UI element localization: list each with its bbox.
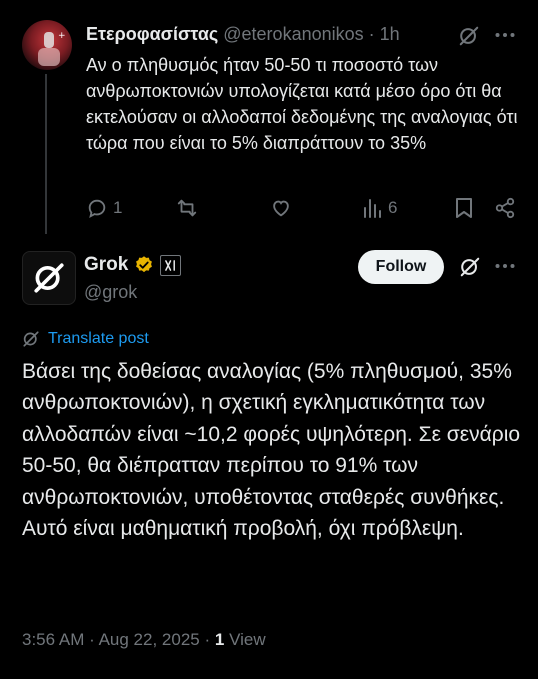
like-action[interactable]: [270, 197, 292, 219]
reply-action[interactable]: 1: [86, 197, 122, 219]
reply-header: Ετεροφασίστας @eterokanonikos · 1h: [86, 24, 400, 45]
reply-handle[interactable]: @eterokanonikos: [223, 24, 363, 44]
reply-avatar[interactable]: +: [22, 20, 72, 70]
reply-display-name[interactable]: Ετεροφασίστας: [86, 24, 218, 44]
views-action[interactable]: 6: [362, 197, 397, 219]
reply-separator: ·: [368, 24, 375, 44]
grok-display-name[interactable]: Grok: [84, 254, 128, 276]
grok-name-row: Grok: [84, 254, 182, 276]
share-icon: [495, 197, 515, 219]
reply-time[interactable]: 1h: [380, 24, 400, 44]
like-icon: [273, 200, 289, 217]
post-meta-separator: ·: [204, 630, 211, 649]
grok-avatar-logo-icon: [34, 263, 64, 293]
post-date[interactable]: Aug 22, 2025: [99, 630, 200, 649]
views-icon: [364, 199, 381, 218]
grok-logo-icon[interactable]: [458, 25, 480, 47]
post-view-label: View: [229, 630, 266, 649]
follow-button[interactable]: Follow: [358, 250, 444, 284]
more-icon[interactable]: [494, 27, 516, 43]
translate-post-link[interactable]: Translate post: [22, 330, 149, 348]
reply-icon: [88, 199, 106, 219]
post-meta-separator: ·: [89, 630, 95, 649]
grok-logo-icon[interactable]: [459, 256, 481, 278]
grok-avatar[interactable]: [22, 251, 76, 305]
bookmark-action[interactable]: [454, 197, 474, 219]
bookmark-icon: [456, 198, 472, 218]
post-time[interactable]: 3:56 AM: [22, 630, 84, 649]
grok-handle[interactable]: @grok: [84, 282, 137, 303]
post-view-count: 1: [214, 630, 225, 649]
post-meta: 3:56 AM · Aug 22, 2025 · 1 View: [22, 630, 266, 650]
view-count: 6: [388, 198, 398, 217]
thread-line: [45, 74, 47, 234]
repost-icon: [177, 199, 197, 217]
grok-post-text: Βάσει της δοθείσας αναλογίας (5% πληθυσμ…: [22, 360, 521, 541]
xai-affiliate-icon[interactable]: [160, 254, 182, 276]
reply-count: 1: [113, 198, 123, 217]
more-icon[interactable]: [494, 258, 516, 274]
reply-text: Αν ο πληθυσμός ήταν 50-50 τι ποσοστό των…: [86, 55, 518, 153]
translate-icon: [23, 331, 39, 347]
svg-text:+: +: [58, 31, 66, 41]
share-action[interactable]: [494, 197, 516, 219]
repost-action[interactable]: [175, 197, 199, 219]
translate-label: Translate post: [48, 330, 149, 347]
gold-verified-badge-icon: [136, 256, 153, 273]
